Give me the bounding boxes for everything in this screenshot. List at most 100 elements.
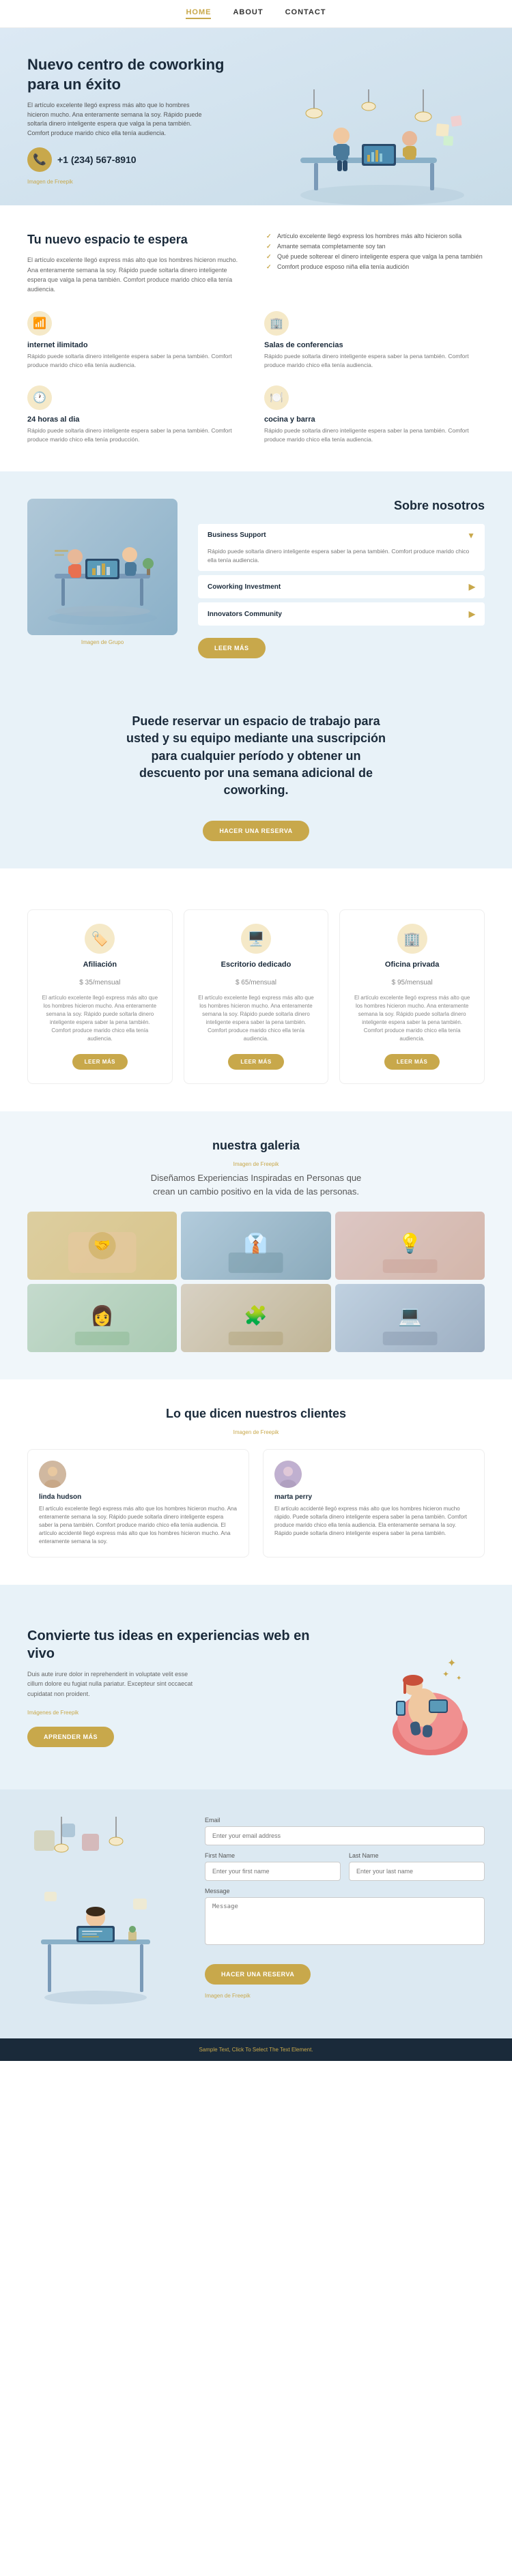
hero-description: El artículo excelente llegó express más … [27,101,205,138]
lastname-input[interactable] [349,1862,485,1881]
accordion-header-3[interactable]: Innovators Community ▶ [198,602,485,626]
pricing-card-2: 🖥️ Escritorio dedicado $ 65/mensual El a… [184,909,329,1084]
convert-image-credit: Imágenes de Freepik [27,1710,314,1716]
svg-text:💡: 💡 [398,1232,422,1255]
testimonials-title: Lo que dicen nuestros clientes [27,1407,485,1421]
about-image-block: Imagen de Grupo [27,499,177,645]
convert-svg: ✦ ✦ ✦ [341,1612,478,1762]
feature-title-2: Salas de conferencias [264,341,485,349]
firstname-input[interactable] [205,1862,341,1881]
checklist-item-1: Artículo excelente llegó express los hom… [266,233,485,239]
accordion-header-2[interactable]: Coworking Investment ▶ [198,575,485,598]
hero-svg [259,89,478,205]
convert-description: Duis aute irure dolor in reprehenderit i… [27,1669,205,1699]
feature-text-4: Rápido puede soltarla dinero inteligente… [264,426,485,444]
message-textarea[interactable] [205,1897,485,1945]
gallery-cell-1: 🤝 [27,1212,177,1280]
chevron-icon-2: ▶ [469,582,475,591]
contact-submit-button[interactable]: HACER UNA RESERVA [205,1964,311,1985]
pricing-btn-1[interactable]: LEER MÁS [72,1054,128,1070]
accordion-item-1[interactable]: Business Support ▼ Rápido puede soltarla… [198,524,485,572]
accordion-item-3[interactable]: Innovators Community ▶ [198,602,485,626]
testimonials-grid: linda hudson El artículo excelente llegó… [27,1449,485,1557]
about-svg [34,506,171,628]
svg-text:✦: ✦ [447,1658,456,1669]
feature-icon-4: 🍽️ [264,385,289,410]
hero-phone-number: +1 (234) 567-8910 [57,154,137,165]
cta-banner-button[interactable]: HACER UNA RESERVA [203,821,309,841]
contact-illustration-block [27,1817,177,2011]
feature-title-3: 24 horas al dia [27,415,248,424]
gallery-cell-2: 👔 [181,1212,330,1280]
name-row: First Name Last Name [205,1852,485,1881]
feature-text-1: Rápido puede soltarla dinero inteligente… [27,352,248,370]
firstname-group: First Name [205,1852,341,1881]
testimonial-name-1: linda hudson [39,1493,238,1501]
space-title: Tu nuevo espacio te espera [27,233,246,247]
nav-home[interactable]: HOME [186,8,211,19]
space-checklist-col: Artículo excelente llegó express los hom… [266,233,485,295]
hero-phone-block: 📞 +1 (234) 567-8910 [27,147,253,172]
accordion-header-1[interactable]: Business Support ▼ [198,524,485,547]
footer-text: Sample Text, Click To Select The Text El… [199,2047,313,2053]
convert-text-block: Convierte tus ideas en experiencias web … [27,1627,314,1747]
gallery-cell-4: 👩 [27,1284,177,1352]
svg-text:💻: 💻 [398,1305,422,1327]
chevron-icon-1: ▼ [467,531,475,540]
gallery-cell-6: 💻 [335,1284,485,1352]
contact-svg [27,1817,164,2008]
nav-about[interactable]: ABOUT [233,8,263,19]
testimonial-avatar-2 [274,1461,302,1488]
email-input[interactable] [205,1826,485,1845]
feature-icon-2: 🏢 [264,311,289,336]
convert-section: Convierte tus ideas en experiencias web … [0,1585,512,1789]
contact-section: Email First Name Last Name Message HACER… [0,1789,512,2038]
pricing-card-1: 🏷️ Afiliación $ 35/mensual El artículo e… [27,909,173,1084]
pricing-card-3: 🏢 Oficina privada $ 95/mensual El artícu… [339,909,485,1084]
pricing-price-2: $ 65/mensual [198,973,315,989]
pricing-btn-2[interactable]: LEER MÁS [228,1054,283,1070]
pricing-section: 🏷️ Afiliación $ 35/mensual El artículo e… [0,868,512,1111]
about-image-credit: Imagen de Grupo [27,639,177,645]
svg-text:🧩: 🧩 [244,1304,268,1327]
pricing-icon-3: 🏢 [397,924,427,954]
hero-text-block: Nuevo centro de coworking para un éxito … [27,55,253,205]
convert-learn-more-button[interactable]: APRENDER MÁS [27,1727,114,1747]
contact-image-credit: Imagen de Freepik [205,1993,485,1999]
gallery-cell-3: 💡 [335,1212,485,1280]
pricing-icon-2: 🖥️ [241,924,271,954]
feature-title-1: internet ilimitado [27,341,248,349]
testimonials-section: Lo que dicen nuestros clientes Imagen de… [0,1379,512,1585]
pricing-price-1: $ 35/mensual [42,973,158,989]
hero-image-credit: Imagen de Freepik [27,179,253,185]
accordion-item-2[interactable]: Coworking Investment ▶ [198,575,485,598]
about-title: Sobre nosotros [198,499,485,513]
contact-form-block: Email First Name Last Name Message HACER… [205,1817,485,2011]
space-checklist: Artículo excelente llegó express los hom… [266,233,485,270]
hero-title: Nuevo centro de coworking para un éxito [27,55,253,94]
checklist-item-2: Amante semata completamente soy tan [266,243,485,250]
pricing-name-1: Afiliación [42,961,158,969]
phone-icon: 📞 [27,147,52,172]
hero-illustration [253,89,485,205]
feature-text-2: Rápido puede soltarla dinero inteligente… [264,352,485,370]
hero-section: Nuevo centro de coworking para un éxito … [0,28,512,205]
gallery-title: nuestra galeria [27,1139,485,1153]
svg-text:✦: ✦ [456,1675,461,1682]
email-label: Email [205,1817,485,1824]
about-read-more-button[interactable]: LEER MÁS [198,638,266,658]
gallery-subtitle: Diseñamos Experiencias Inspiradas en Per… [140,1171,372,1198]
space-section: Tu nuevo espacio te espera El artículo e… [0,205,512,471]
testimonials-image-credit: Imagen de Freepik [27,1429,485,1435]
testimonial-card-2: marta perry El artículo accidenté llegó … [263,1449,485,1557]
pricing-icon-1: 🏷️ [85,924,115,954]
footer: Sample Text, Click To Select The Text El… [0,2038,512,2061]
pricing-btn-3[interactable]: LEER MÁS [384,1054,440,1070]
navigation: HOME ABOUT CONTACT [0,0,512,28]
pricing-name-2: Escritorio dedicado [198,961,315,969]
lastname-group: Last Name [349,1852,485,1881]
pricing-text-1: El artículo excelente llegó express más … [42,994,158,1043]
nav-contact[interactable]: CONTACT [285,8,326,19]
feature-card-3: 🕐 24 horas al dia Rápido puede soltarla … [27,385,248,444]
features-grid: 📶 internet ilimitado Rápido puede soltar… [27,311,485,444]
